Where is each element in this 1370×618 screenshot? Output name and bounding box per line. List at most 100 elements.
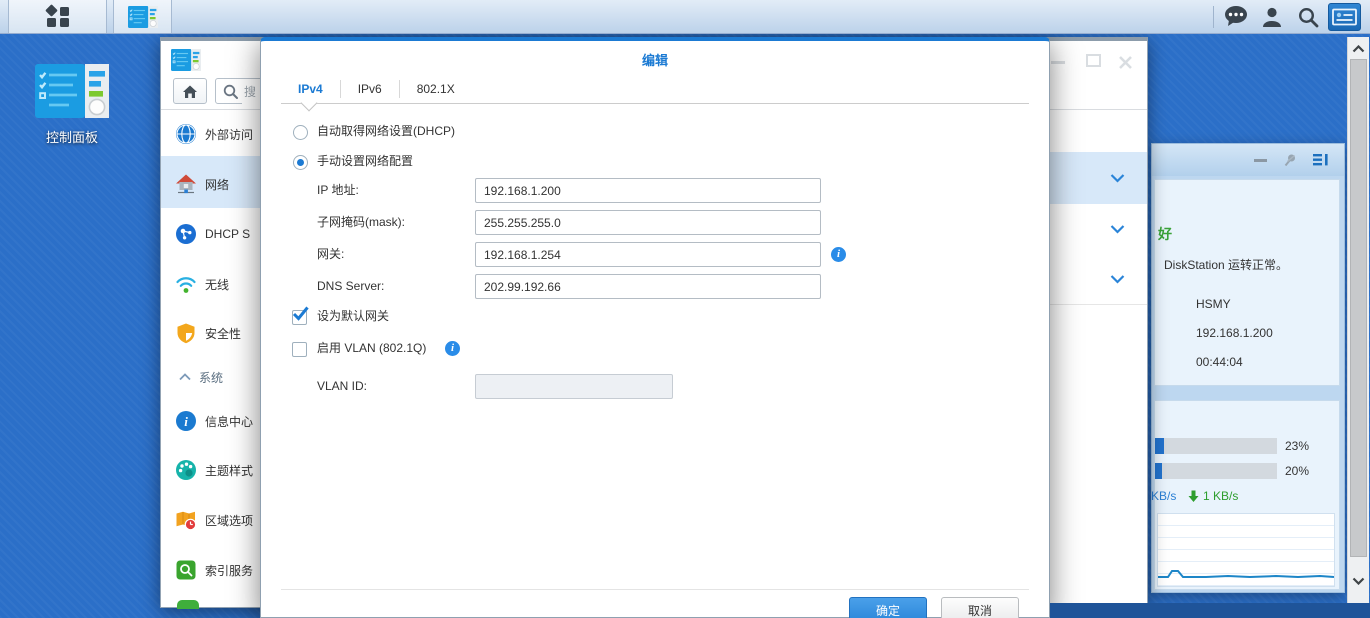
search-icon — [1297, 6, 1319, 28]
close-icon — [1118, 55, 1133, 70]
gateway-label: 网关: — [317, 242, 344, 267]
notifications-button[interactable] — [1218, 0, 1254, 33]
index-search-icon — [175, 559, 197, 581]
cpu-usage-bar — [1155, 438, 1277, 454]
system-health-widget: 好 DiskStation 运转正常。 HSMY 192.168.1.200 0… — [1151, 143, 1345, 593]
sidebar-item-label: DHCP S — [205, 227, 250, 241]
tab-ipv6[interactable]: IPv6 — [341, 76, 399, 103]
scroll-up-button[interactable] — [1348, 39, 1369, 59]
info-icon: i — [175, 410, 197, 432]
region-map-icon — [175, 509, 197, 531]
user-menu-button[interactable] — [1254, 0, 1290, 33]
sidebar-item-label: 主题样式 — [205, 462, 253, 479]
minimize-button[interactable] — [1051, 51, 1071, 71]
wifi-icon — [175, 273, 197, 295]
scroll-down-button[interactable] — [1348, 571, 1369, 591]
search-icon — [223, 84, 239, 100]
gateway-info-icon[interactable]: i — [831, 247, 846, 262]
sidebar-item-label: 区域选项 — [205, 512, 253, 529]
main-menu-icon — [47, 6, 69, 28]
sidebar-item-label: 索引服务 — [205, 562, 253, 579]
subnet-mask-input[interactable] — [475, 210, 821, 235]
upload-speed: KB/s — [1151, 489, 1176, 503]
ram-usage-value: 20% — [1285, 463, 1309, 479]
widgets-toggle-button[interactable] — [1326, 0, 1362, 33]
sidebar-item-wireless[interactable]: 无线 — [161, 262, 261, 306]
maximize-button[interactable] — [1086, 51, 1106, 71]
sidebar-item-external-access[interactable]: 外部访问 — [161, 112, 261, 156]
health-message: DiskStation 运转正常。 — [1164, 256, 1288, 273]
sidebar-item-network[interactable]: 网络 — [161, 162, 261, 206]
radio-dhcp-label: 自动取得网络设置(DHCP) — [317, 119, 455, 144]
network-traffic-chart — [1157, 513, 1335, 587]
close-button[interactable] — [1118, 51, 1138, 71]
default-gateway-checkbox[interactable] — [292, 310, 307, 325]
desktop-bottom-strip — [1050, 603, 1370, 618]
vlan-info-icon[interactable]: i — [445, 341, 460, 356]
home-icon — [181, 83, 199, 99]
pin-icon[interactable] — [1282, 152, 1298, 168]
notifications-chat-icon — [1223, 5, 1249, 28]
dsm-desktop: 控制面板 — [0, 0, 1370, 618]
scrollbar-thumb[interactable] — [1350, 59, 1367, 557]
cancel-button[interactable]: 取消 — [941, 597, 1019, 618]
global-search-button[interactable] — [1290, 0, 1326, 33]
taskbar-divider — [1213, 6, 1214, 28]
resource-monitor-box: 23% 20% KB/s 1 KB/s — [1154, 400, 1340, 590]
vlan-enable-checkbox[interactable] — [292, 342, 307, 357]
taskbar-control-panel-button[interactable] — [113, 0, 172, 33]
dhcp-icon — [175, 223, 197, 245]
tab-8021x[interactable]: 802.1X — [400, 76, 472, 103]
download-arrow-icon — [1188, 490, 1199, 502]
sidebar-item-label: 网络 — [205, 176, 229, 193]
traffic-sparkline — [1158, 514, 1334, 586]
desktop-icon-control-panel[interactable]: 控制面板 — [22, 64, 122, 146]
ip-address-input[interactable] — [475, 178, 821, 203]
sidebar-item-info-center[interactable]: i 信息中心 — [161, 399, 261, 443]
main-menu-button[interactable] — [8, 0, 107, 33]
tab-underline — [281, 103, 1029, 104]
sidebar-item-label: 外部访问 — [205, 126, 253, 143]
chevron-up-icon — [179, 373, 191, 381]
ip-address-label: IP 地址: — [317, 178, 359, 203]
dns-server-label: DNS Server: — [317, 274, 384, 299]
sidebar-section-label: 系统 — [199, 369, 223, 386]
widgets-panel-icon — [1331, 7, 1358, 27]
ok-button[interactable]: 确定 — [849, 597, 927, 618]
chevron-up-icon — [1352, 45, 1365, 53]
check-icon — [292, 305, 310, 321]
ram-usage-bar — [1155, 463, 1277, 479]
sidebar-item-label: 安全性 — [205, 325, 241, 342]
widget-minimize-icon[interactable] — [1254, 159, 1267, 162]
chevron-down-icon — [1110, 173, 1125, 183]
user-icon — [1261, 6, 1283, 28]
sidebar-section-system[interactable]: 系统 — [161, 362, 261, 392]
shield-icon — [175, 322, 197, 344]
control-panel-app-icon — [128, 5, 158, 29]
sidebar-item-theme[interactable]: 主题样式 — [161, 448, 261, 492]
vlan-id-input[interactable] — [475, 374, 673, 399]
sidebar-item-regional-options[interactable]: 区域选项 — [161, 498, 261, 542]
vertical-scrollbar[interactable] — [1347, 37, 1369, 603]
window-title-icon — [171, 48, 201, 72]
svg-text:i: i — [184, 414, 188, 429]
dns-server-input[interactable] — [475, 274, 821, 299]
server-name: HSMY — [1196, 297, 1231, 311]
server-ip: 192.168.1.200 — [1196, 326, 1273, 340]
sidebar-item-security[interactable]: 安全性 — [161, 311, 261, 355]
radio-manual[interactable] — [293, 155, 308, 170]
gateway-input[interactable] — [475, 242, 821, 267]
desktop-icon-label: 控制面板 — [22, 127, 122, 146]
radio-manual-label: 手动设置网络配置 — [317, 149, 413, 174]
footer-divider — [281, 589, 1029, 590]
network-home-icon — [175, 173, 197, 195]
sidebar-item-dhcp-server[interactable]: DHCP S — [161, 212, 261, 256]
vlan-id-label: VLAN ID: — [317, 374, 367, 399]
chevron-down-icon — [1352, 577, 1365, 585]
home-button[interactable] — [173, 78, 207, 104]
panel-layout-icon[interactable] — [1312, 152, 1330, 168]
subnet-mask-label: 子网掩码(mask): — [317, 210, 405, 235]
sidebar-item-indexing-service[interactable]: 索引服务 — [161, 548, 261, 592]
radio-dhcp[interactable] — [293, 125, 308, 140]
chevron-down-icon — [1110, 274, 1125, 284]
